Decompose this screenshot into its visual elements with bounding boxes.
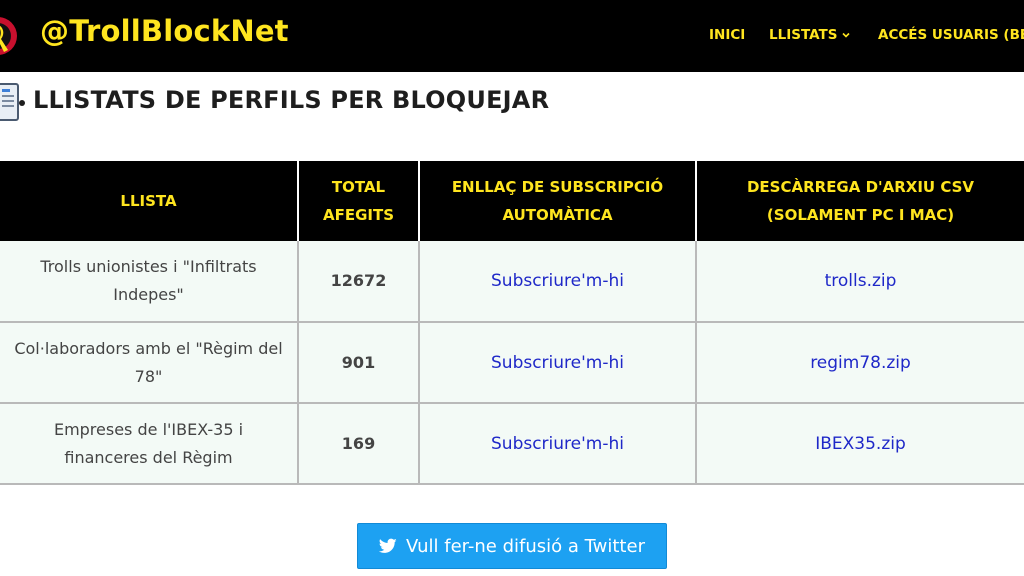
download-cell: trolls.zip — [696, 241, 1024, 323]
nav-acces-usuaris[interactable]: ACCÉS USUARIS (BETA) — [878, 27, 1024, 43]
subscribe-link[interactable]: Subscriure'm-hi — [491, 434, 624, 454]
page-heading: LLISTATS DE PERFILS PER BLOQUEJAR — [0, 80, 1024, 124]
download-cell: IBEX35.zip — [696, 403, 1024, 485]
chevron-down-icon — [842, 32, 851, 38]
list-name-cell: Trolls unionistes i "Infiltrats Indepes" — [0, 241, 299, 323]
col-header-descarrega: DESCÀRREGA D'ARXIU CSV (SOLAMENT PC I MA… — [696, 161, 1024, 241]
table-row: Trolls unionistes i "Infiltrats Indepes"… — [0, 241, 1024, 323]
profile-lists-table: LLISTA TOTAL AFEGITS ENLLAÇ DE SUBSCRIPC… — [0, 161, 1024, 485]
total-cell: 169 — [298, 403, 420, 485]
total-cell: 901 — [298, 322, 420, 404]
subscribe-cell: Subscriure'm-hi — [419, 403, 697, 485]
nav-llistats-label: LLISTATS — [769, 27, 838, 43]
twitter-bird-icon — [379, 538, 397, 553]
twitter-share-label: Vull fer-ne difusió a Twitter — [406, 535, 645, 557]
subscribe-cell: Subscriure'm-hi — [419, 241, 697, 323]
document-icon — [0, 83, 25, 121]
col-header-enllac: ENLLAÇ DE SUBSCRIPCIÓ AUTOMÀTICA — [419, 161, 697, 241]
col-header-total: TOTAL AFEGITS — [298, 161, 420, 241]
main-nav: INICI LLISTATS ACCÉS USUARIS (BETA) — [0, 27, 1024, 47]
download-link[interactable]: trolls.zip — [825, 271, 897, 291]
nav-inici[interactable]: INICI — [709, 27, 745, 43]
download-cell: regim78.zip — [696, 322, 1024, 404]
download-link[interactable]: IBEX35.zip — [815, 434, 906, 454]
subscribe-link[interactable]: Subscriure'm-hi — [491, 353, 624, 373]
list-name-cell: Empreses de l'IBEX-35 i financeres del R… — [0, 403, 299, 485]
col-header-llista: LLISTA — [0, 161, 299, 241]
table-row: Col·laboradors amb el "Règim del 78" 901… — [0, 322, 1024, 404]
top-navbar: @TrollBlockNet INICI LLISTATS ACCÉS USUA… — [0, 0, 1024, 72]
nav-llistats[interactable]: LLISTATS — [769, 27, 851, 43]
twitter-share-button[interactable]: Vull fer-ne difusió a Twitter — [357, 523, 667, 569]
subscribe-link[interactable]: Subscriure'm-hi — [491, 271, 624, 291]
total-cell: 12672 — [298, 241, 420, 323]
page-title: LLISTATS DE PERFILS PER BLOQUEJAR — [33, 86, 550, 114]
subscribe-cell: Subscriure'm-hi — [419, 322, 697, 404]
download-link[interactable]: regim78.zip — [810, 353, 911, 373]
table-header-row: LLISTA TOTAL AFEGITS ENLLAÇ DE SUBSCRIPC… — [0, 161, 1024, 241]
list-name-cell: Col·laboradors amb el "Règim del 78" — [0, 322, 299, 404]
table-row: Empreses de l'IBEX-35 i financeres del R… — [0, 403, 1024, 485]
